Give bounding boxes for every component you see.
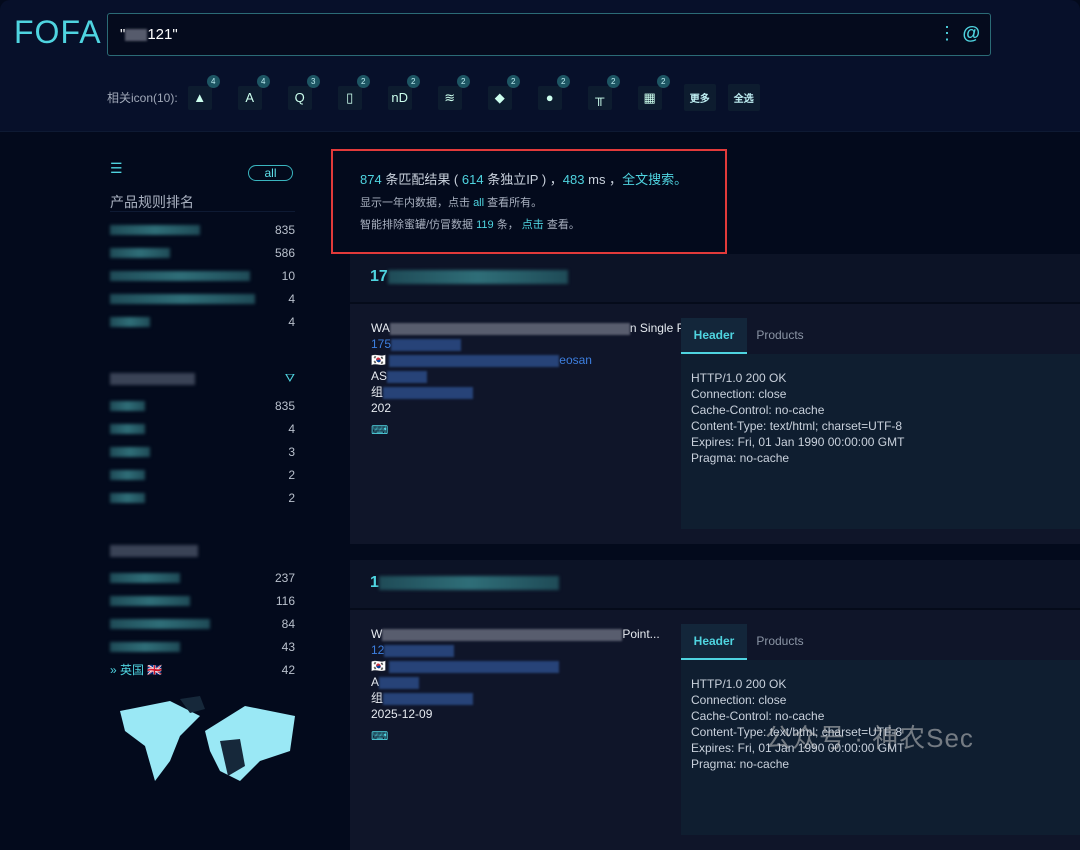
- result-title: WA n Single Point...: [371, 321, 714, 335]
- related-icon[interactable]: ≋ 2: [437, 74, 470, 110]
- icon-count-badge: 2: [456, 74, 470, 88]
- result-location: 🇰🇷: [371, 658, 671, 674]
- country-item[interactable]: 237: [110, 566, 295, 589]
- icon-count-badge: 3: [306, 74, 320, 88]
- country-item[interactable]: » 英国 🇬🇧 42: [110, 658, 295, 681]
- icon-count-badge: 2: [406, 74, 420, 88]
- tab-header[interactable]: Header: [681, 318, 747, 354]
- icon-count-badge: 2: [356, 74, 370, 88]
- sidebar-item[interactable]: 4: [110, 310, 295, 333]
- result-ip-link[interactable]: 12: [371, 642, 671, 658]
- result-asn: A: [371, 674, 671, 690]
- sidebar-item[interactable]: 835: [110, 394, 295, 417]
- watermark: 公众号 · 神农Sec: [765, 723, 974, 753]
- result-host[interactable]: 17: [350, 254, 1080, 304]
- icon-count-badge: 2: [656, 74, 670, 88]
- sidebar-item[interactable]: 10: [110, 264, 295, 287]
- select-all-button[interactable]: 全选: [727, 84, 760, 111]
- search-input[interactable]: " 121" ⋮ @: [107, 13, 991, 56]
- result-title: W Point...: [371, 627, 660, 641]
- icon-count-badge: 2: [506, 74, 520, 88]
- filter-settings-icon[interactable]: ☰: [110, 160, 123, 176]
- code-icon[interactable]: ⌨: [371, 423, 388, 437]
- icon-count-badge: 2: [556, 74, 570, 88]
- result-ip-link[interactable]: 175: [371, 336, 671, 352]
- sidebar-item[interactable]: 2: [110, 486, 295, 509]
- result-asn: AS: [371, 368, 671, 384]
- all-button[interactable]: all: [248, 165, 293, 181]
- related-icon[interactable]: ╥ 2: [587, 74, 620, 110]
- sidebar-item[interactable]: 4: [110, 287, 295, 310]
- filter-icon[interactable]: ⛛: [285, 371, 295, 386]
- all-link[interactable]: all: [473, 197, 484, 209]
- more-vertical-icon[interactable]: ⋮: [938, 23, 956, 44]
- sidebar-item[interactable]: 2: [110, 463, 295, 486]
- related-icon[interactable]: ▲ 4: [187, 74, 220, 110]
- related-icons: 相关icon(10): ▲ 4 A 4 Q 3 ▯ 2 nD 2 ≋ 2 ◆ 2 ● 2 ╥ 2 ▦ 2 更多 全选: [107, 74, 772, 111]
- sidebar-item[interactable]: 4: [110, 417, 295, 440]
- result-org: 组: [371, 690, 671, 706]
- related-icon[interactable]: ● 2: [537, 74, 570, 110]
- related-icons-label: 相关icon(10):: [107, 91, 178, 105]
- sidebar: ☰ all 产品规则排名 835 586 10 4 4 ⛛ 835 4 3 2 2 237 116…: [110, 160, 295, 786]
- related-icon[interactable]: ▦ 2: [637, 74, 670, 110]
- tab-products[interactable]: Products: [747, 624, 813, 660]
- country-item[interactable]: 84: [110, 612, 295, 635]
- tab-header[interactable]: Header: [681, 624, 747, 660]
- top-bar: FOFA " 121" ⋮ @ 相关icon(10): ▲ 4 A 4 Q 3 ▯ 2 nD 2 ≋ 2…: [0, 0, 1080, 132]
- related-icon[interactable]: ▯ 2: [337, 74, 370, 110]
- result-card: 17 WA n Single Point... 175 🇰🇷 eosan AS 组…: [350, 254, 1080, 544]
- icon-count-badge: 4: [206, 74, 220, 88]
- related-icon[interactable]: nD 2: [387, 74, 420, 110]
- result-host[interactable]: 1: [350, 560, 1080, 610]
- tab-products[interactable]: Products: [747, 318, 813, 354]
- country-item[interactable]: 116: [110, 589, 295, 612]
- icon-count-badge: 4: [256, 74, 270, 88]
- world-map: [120, 696, 295, 781]
- http-headers: HTTP/1.0 200 OK Connection: close Cache-Co…: [681, 354, 1080, 529]
- related-icon[interactable]: Q3: [287, 74, 320, 110]
- sidebar-item[interactable]: 3: [110, 440, 295, 463]
- rank-title: 产品规则排名: [110, 186, 295, 212]
- related-icon[interactable]: A4: [237, 74, 270, 110]
- related-icon[interactable]: ◆ 2: [487, 74, 520, 110]
- sidebar-item[interactable]: 586: [110, 241, 295, 264]
- result-org: 组: [371, 384, 671, 400]
- search-summary: 874 条匹配结果 ( 614 条独立IP ) ，483 ms ，全文搜索。 显…: [331, 149, 727, 254]
- more-button[interactable]: 更多: [683, 84, 716, 111]
- country-item[interactable]: 43: [110, 635, 295, 658]
- sidebar-item[interactable]: 835: [110, 218, 295, 241]
- fulltext-search-link[interactable]: 全文搜索。: [622, 172, 687, 187]
- result-card: 1 W Point... 12 🇰🇷 A 组 2025-12-09 ⌨ Heade…: [350, 560, 1080, 850]
- query-text: " 121": [120, 26, 178, 43]
- result-date: 202: [371, 401, 392, 415]
- icon-count-badge: 2: [606, 74, 620, 88]
- fofa-logo[interactable]: FOFA: [14, 14, 102, 51]
- result-location: 🇰🇷 eosan: [371, 353, 592, 367]
- at-search-icon[interactable]: @: [962, 23, 980, 44]
- code-icon[interactable]: ⌨: [371, 729, 388, 743]
- result-date: 2025-12-09: [371, 707, 433, 721]
- view-excluded-link[interactable]: 点击: [522, 219, 544, 231]
